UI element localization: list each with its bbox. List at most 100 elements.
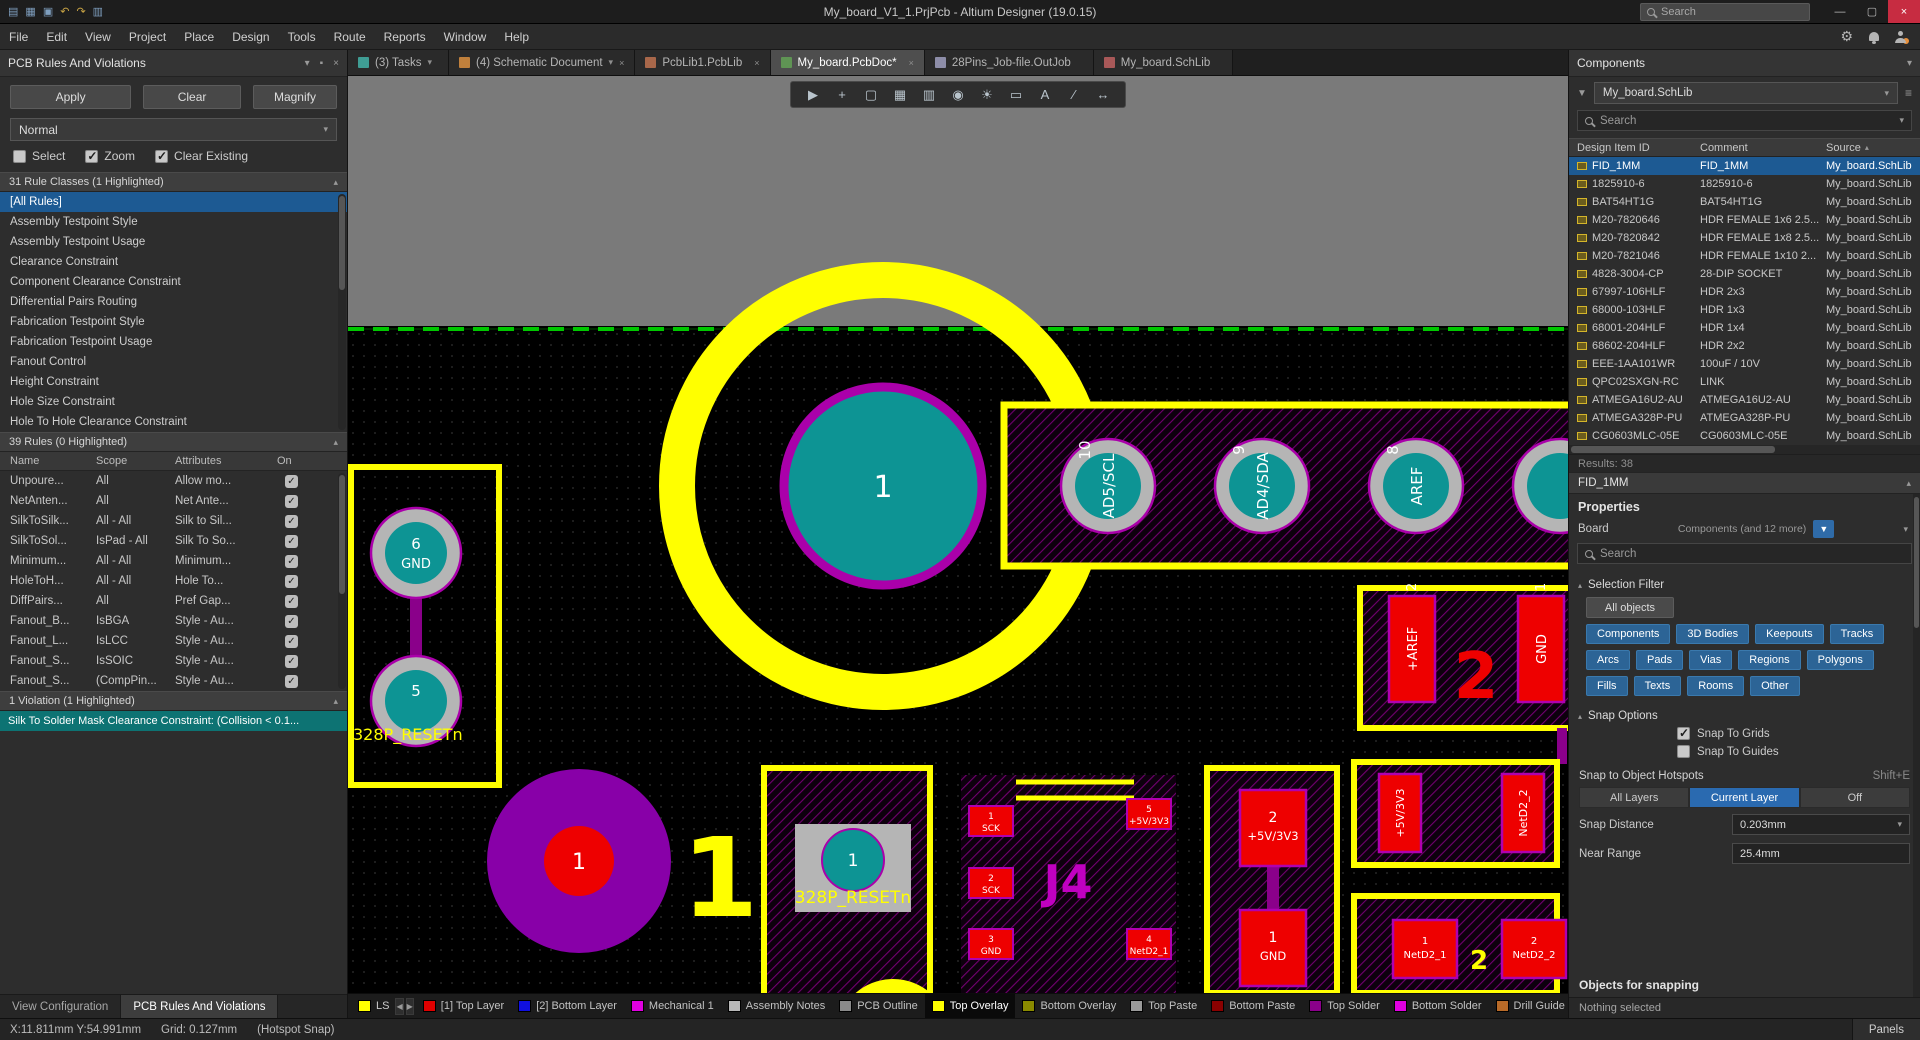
crosshair-icon[interactable]: + [829, 87, 855, 102]
pad-9[interactable]: 9 AD4/SDA [1215, 439, 1309, 533]
violations-header[interactable]: 1 Violation (1 Highlighted) ▴ [0, 691, 347, 711]
option-checkbox[interactable]: Zoom [85, 149, 135, 163]
component-row[interactable]: 68602-204HLF HDR 2x2 My_board.SchLib [1569, 337, 1920, 355]
select-icon[interactable]: ▶ [800, 87, 826, 103]
component-d2[interactable]: 1 NetD2_1 2 2 NetD2_2 [1354, 896, 1566, 993]
rule-enabled-checkbox[interactable]: ✓ [285, 595, 298, 608]
scrollbar[interactable] [1913, 494, 1920, 997]
layer-tab[interactable]: PCB Outline [832, 994, 925, 1018]
tab-view-configuration[interactable]: View Configuration [0, 995, 121, 1018]
collapse-icon[interactable]: ▴ [333, 437, 338, 448]
magnify-button[interactable]: Magnify [253, 85, 337, 109]
collapse-icon[interactable]: ▴ [333, 696, 338, 707]
maximize-button[interactable]: ▢ [1856, 0, 1888, 23]
component-row[interactable]: 1825910-6 1825910-6 My_board.SchLib [1569, 175, 1920, 193]
connector-j4[interactable]: 1 SCK 2 SCK 3 GND [961, 775, 1176, 993]
layer-tab[interactable]: Top Paste [1123, 994, 1204, 1018]
clear-button[interactable]: Clear [143, 85, 241, 109]
filter-button[interactable]: Regions [1738, 650, 1800, 670]
filter-button[interactable]: Keepouts [1755, 624, 1823, 644]
rules-header[interactable]: 39 Rules (0 Highlighted) ▴ [0, 432, 347, 452]
tab-dropdown-icon[interactable]: ▾ [427, 57, 432, 68]
rect-icon[interactable]: ▭ [1003, 87, 1029, 103]
drill-hole[interactable]: 1 [487, 769, 671, 953]
violation-item[interactable]: Silk To Solder Mask Clearance Constraint… [0, 711, 347, 731]
selected-part-bar[interactable]: FID_1MM ▴ [1569, 472, 1920, 494]
component-row[interactable]: CG0603MLC-05E CG0603MLC-05E My_board.Sch… [1569, 427, 1920, 445]
menu-item[interactable]: Design [223, 24, 278, 50]
filter-funnel-icon[interactable]: ▼ [1577, 88, 1587, 99]
rule-enabled-checkbox[interactable]: ✓ [285, 675, 298, 688]
chevron-down-icon[interactable]: ▾ [1899, 115, 1904, 126]
component-r-pair[interactable]: +5V/3V3 NetD2_2 [1354, 762, 1557, 865]
document-tab[interactable]: (3) Tasks ▾ [348, 50, 449, 75]
region-icon[interactable]: ▢ [858, 87, 884, 103]
pad-8[interactable]: 8 AREF [1369, 439, 1463, 533]
panel-dropdown-icon[interactable]: ▾ [305, 58, 310, 69]
components-search-input[interactable]: Search ▾ [1577, 110, 1912, 131]
rule-class-item[interactable]: Differential Pairs Routing [0, 292, 347, 312]
col-comment[interactable]: Comment [1700, 142, 1826, 154]
hotspots-option-button[interactable]: Current Layer [1689, 787, 1799, 808]
properties-search-input[interactable]: Search [1577, 543, 1912, 564]
rule-enabled-checkbox[interactable]: ✓ [285, 635, 298, 648]
document-tab[interactable]: My_board.SchLib [1094, 50, 1234, 75]
col-attributes[interactable]: Attributes [175, 455, 277, 467]
tab-close-icon[interactable]: × [909, 58, 914, 68]
snap-option-checkbox[interactable]: Snap To Grids [1569, 725, 1920, 743]
selection-filter-header[interactable]: ▴ Selection Filter [1569, 571, 1920, 594]
layer-sets-button[interactable]: LS [352, 1000, 395, 1012]
menu-item[interactable]: Project [120, 24, 175, 50]
col-source[interactable]: Source▴ [1826, 142, 1920, 154]
rule-row[interactable]: DiffPairs... All Pref Gap... ✓ [0, 591, 347, 611]
component-row[interactable]: M20-7821046 HDR FEMALE 1x10 2... My_boar… [1569, 247, 1920, 265]
snap-option-checkbox[interactable]: Snap To Guides [1569, 743, 1920, 761]
objects-for-snapping-header[interactable]: Objects for snapping [1569, 973, 1920, 997]
filter-button[interactable]: Rooms [1687, 676, 1744, 696]
rule-class-item[interactable]: Hole To Hole Clearance Constraint [0, 412, 347, 432]
hotspots-option-button[interactable]: Off [1800, 787, 1910, 808]
global-search-input[interactable]: Search [1640, 3, 1810, 21]
col-scope[interactable]: Scope [96, 455, 175, 467]
document-tab[interactable]: My_board.PcbDoc* × [771, 50, 925, 75]
rule-row[interactable]: SilkToSilk... All - All Silk to Sil... ✓ [0, 511, 347, 531]
settings-doc-icon[interactable]: ▥ [93, 5, 103, 18]
col-name[interactable]: Name [10, 455, 96, 467]
rule-class-item[interactable]: Clearance Constraint [0, 252, 347, 272]
rule-class-item[interactable]: Assembly Testpoint Style [0, 212, 347, 232]
minimize-button[interactable]: — [1824, 0, 1856, 23]
rule-enabled-checkbox[interactable]: ✓ [285, 615, 298, 628]
component-row[interactable]: QPC02SXGN-RC LINK My_board.SchLib [1569, 373, 1920, 391]
component-row[interactable]: 4828-3004-CP 28-DIP SOCKET My_board.SchL… [1569, 265, 1920, 283]
menu-item[interactable]: Help [495, 24, 538, 50]
collapse-icon[interactable]: ▴ [333, 177, 338, 188]
snap-distance-input[interactable]: 0.203mm ▾ [1732, 814, 1910, 835]
library-select[interactable]: My_board.SchLib ▾ [1594, 82, 1898, 104]
rule-row[interactable]: NetAnten... All Net Ante... ✓ [0, 491, 347, 511]
layer-tab[interactable]: [1] Top Layer [416, 994, 511, 1018]
horizontal-scrollbar[interactable] [1569, 445, 1920, 454]
open-icon[interactable]: ▦ [25, 5, 35, 18]
component-row[interactable]: BAT54HT1G BAT54HT1G My_board.SchLib [1569, 193, 1920, 211]
layer-tab[interactable]: Mechanical 1 [624, 994, 721, 1018]
filter-button[interactable]: Arcs [1586, 650, 1630, 670]
rule-enabled-checkbox[interactable]: ✓ [285, 475, 298, 488]
layer-tab[interactable]: Bottom Solder [1387, 994, 1489, 1018]
filter-button[interactable]: Vias [1689, 650, 1732, 670]
chevron-down-icon[interactable]: ▾ [1903, 524, 1908, 535]
component-row[interactable]: FID_1MM FID_1MM My_board.SchLib [1569, 157, 1920, 175]
pad-icon[interactable]: ◉ [945, 87, 971, 103]
rule-row[interactable]: HoleToH... All - All Hole To... ✓ [0, 571, 347, 591]
filter-button[interactable]: Fills [1586, 676, 1628, 696]
rule-row[interactable]: Fanout_L... IsLCC Style - Au... ✓ [0, 631, 347, 651]
rule-row[interactable]: Fanout_S... (CompPin... Style - Au... ✓ [0, 671, 347, 691]
col-on[interactable]: On [277, 455, 347, 467]
document-tab[interactable]: PcbLib1.PcbLib × [635, 50, 770, 75]
menu-item[interactable]: View [76, 24, 120, 50]
component-row[interactable]: 68001-204HLF HDR 1x4 My_board.SchLib [1569, 319, 1920, 337]
rule-enabled-checkbox[interactable]: ✓ [285, 655, 298, 668]
panel-close-icon[interactable]: × [333, 58, 339, 69]
menu-item[interactable]: Route [325, 24, 375, 50]
layer-tab[interactable]: Drill Guide [1489, 994, 1568, 1018]
panel-menu-icon[interactable]: ≡ [1905, 86, 1912, 100]
